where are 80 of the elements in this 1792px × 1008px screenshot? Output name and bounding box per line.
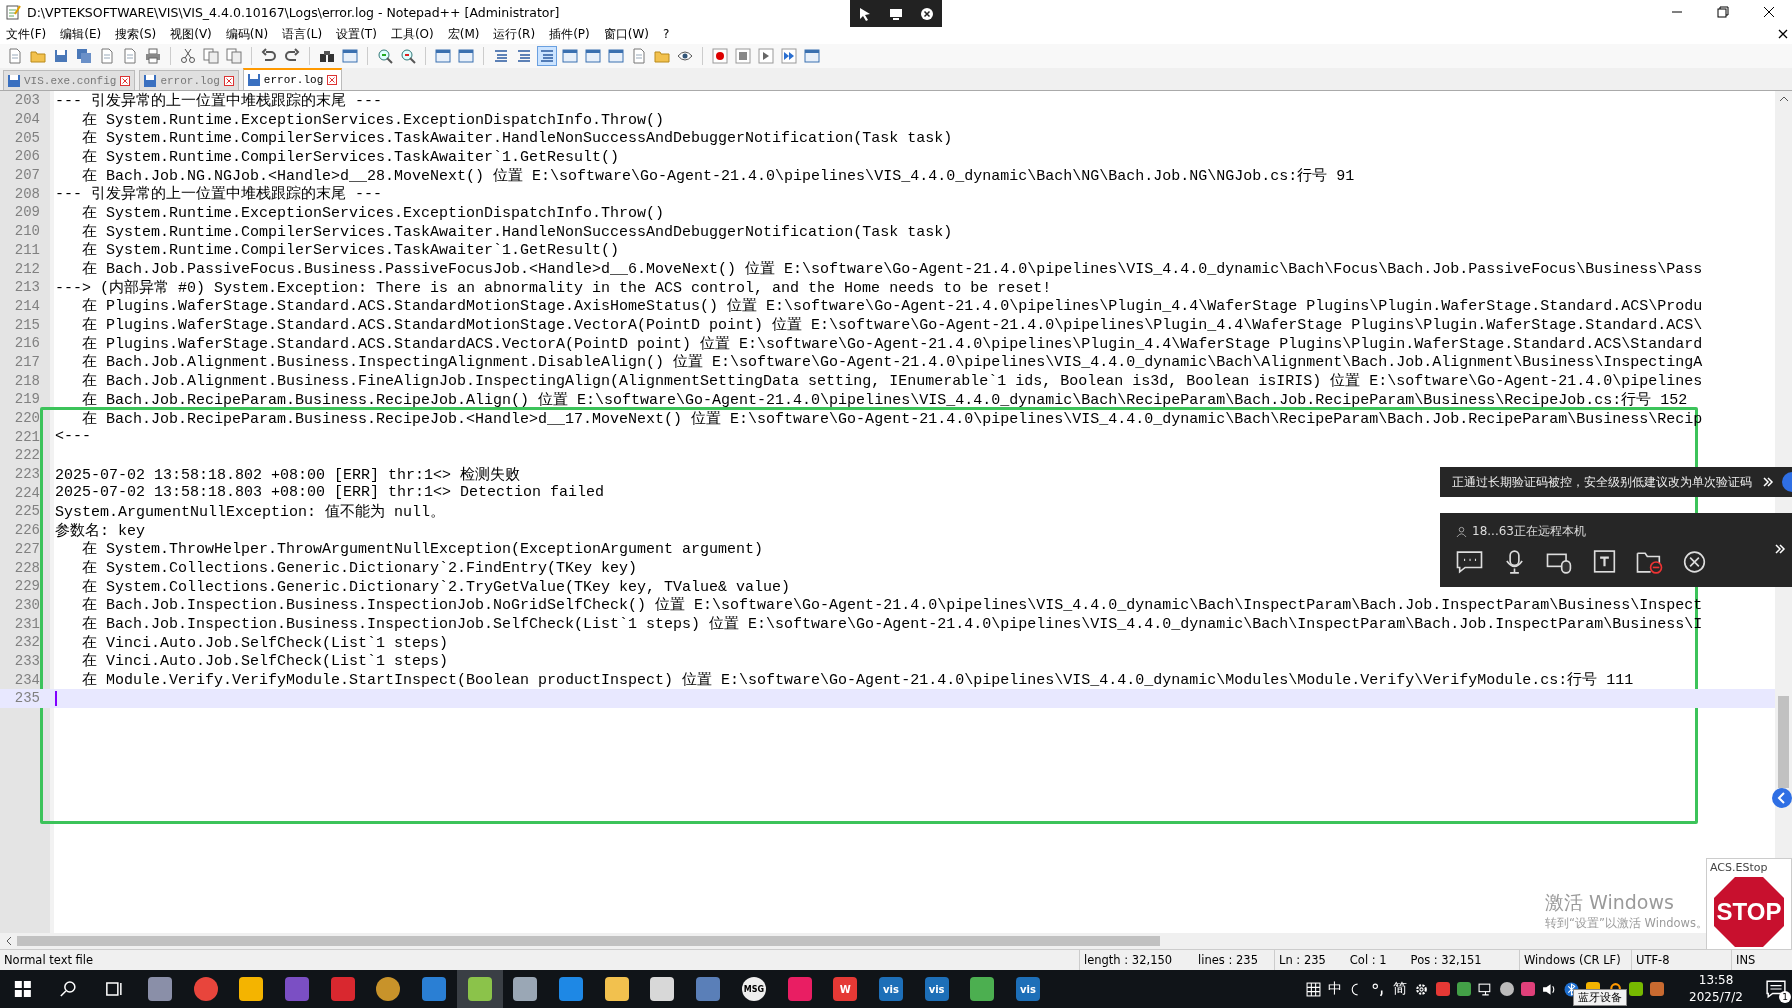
code-line: 在 System.Collections.Generic.Dictionary`2.FindEntry(TKey key) bbox=[81, 559, 638, 578]
status-text: Col : 1 bbox=[1349, 953, 1387, 967]
line-number: 209 bbox=[13, 204, 40, 221]
app-logo-text: vis bbox=[1020, 983, 1036, 995]
line-number: 203 bbox=[13, 92, 40, 109]
app-logo-text: vis bbox=[882, 983, 899, 995]
line-number: 234 bbox=[13, 671, 40, 688]
line-number: 219 bbox=[13, 391, 40, 408]
line-number: 214 bbox=[13, 297, 40, 314]
line-number: 220 bbox=[13, 410, 40, 427]
notice-text: 正通过长期验证码被控，安全级别低建议改为单次验证码 bbox=[1452, 473, 1752, 491]
code-line: 在 Plugins.WaferStage.Standard.ACS.StandardMotionStage.VectorA(PointD point) 位置 E:\software\Go-Agent-21.4.0\pipelines\Plugin_4.4\WaferStage Plugins\Plugin.WaferStage.Standard.ACS\ bbox=[81, 316, 1703, 335]
code-line: --- 引发异常的上一位置中堆栈跟踪的末尾 --- bbox=[55, 184, 382, 204]
code-line: 在 System.Runtime.CompilerServices.TaskAwaiter.HandleNonSuccessAndDebuggerNotification(Task task) bbox=[81, 222, 953, 241]
code-line: <--- bbox=[55, 428, 91, 446]
status-text: Pos : 32,151 bbox=[1410, 953, 1482, 967]
app-logo-text: W bbox=[839, 983, 851, 995]
code-line: 在 Vinci.Auto.Job.SelfCheck(List`1 steps) bbox=[81, 633, 449, 652]
code-line: 在 System.Runtime.CompilerServices.TaskAwaiter.HandleNonSuccessAndDebuggerNotification(Task task) bbox=[81, 129, 953, 148]
line-number: 235 bbox=[13, 690, 40, 707]
line-number: 233 bbox=[13, 652, 40, 669]
code-line: 在 Bach.Job.Alignment.Business.InspectingAlignment.DisableAlign() 位置 E:\software\Go-Agent-21.4.0\pipelines\VIS_4.4.0_dynamic\Bach\Alignment\Bach.Job.Alignment\Business\InspectingA bbox=[81, 353, 1703, 372]
code-line: System.ArgumentNullException: 值不能为 null。 bbox=[55, 502, 446, 521]
code-line: 在 Bach.Job.RecipeParam.Business.RecipeJob.Align() 位置 E:\software\Go-Agent-21.4.0\pipelines\VIS_4.4.0_dynamic\Bach\RecipeParam\Bach.Job.RecipeParam\Business\RecipeJob.cs:行号 152 bbox=[81, 390, 1688, 409]
line-number: 221 bbox=[13, 428, 40, 445]
line-number: 207 bbox=[13, 167, 40, 184]
app-logo-text: MSG bbox=[743, 984, 764, 994]
window-title: D:\VPTEKSOFTWARE\VIS\VIS_4.4.0.10167\Logs\error.log - Notepad++ [Administrator] bbox=[27, 4, 560, 20]
code-line: --- 引发异常的上一位置中堆栈跟踪的末尾 --- bbox=[55, 91, 382, 110]
line-number: 215 bbox=[13, 316, 40, 333]
code-line: 在 System.Runtime.ExceptionServices.ExceptionDispatchInfo.Throw() bbox=[81, 203, 665, 222]
code-line: 在 Bach.Job.Alignment.Business.FineAlignJob.InspectingAlign(AlignmentSettingData setting, IEnumerable`1 ids, Boolean is3d, Boolean isIRIS) 位置 E:\software\Go-Agent-21.4.0\pipelines bbox=[81, 372, 1703, 391]
code-line: 在 System.Runtime.CompilerServices.TaskAwaiter`1.GetResult() bbox=[81, 147, 620, 166]
tooltip: 蓝牙设备 bbox=[1573, 988, 1628, 1006]
line-number: 223 bbox=[13, 466, 40, 483]
status-text: length : 32,150 bbox=[1084, 953, 1173, 967]
line-number: 224 bbox=[13, 484, 40, 501]
code-line: 在 Bach.Job.PassiveFocus.Business.PassiveFocusJob.<Handle>d__6.MoveNext() 位置 E:\software\Go-Agent-21.4.0\pipelines\VIS_4.4.0_dynamic\Bach\Focus\Bach.Job.PassiveFocus\Business\Pass bbox=[81, 260, 1703, 279]
line-number: 229 bbox=[13, 578, 40, 595]
line-number: 211 bbox=[13, 241, 40, 258]
code-line: 在 Plugins.WaferStage.Standard.ACS.StandardMotionStage.AxisHomeStatus() 位置 E:\software\Go-Agent-21.4.0\pipelines\Plugin_4.4\WaferStage Plugins\Plugin.WaferStage.Standard.ACS\Produ bbox=[81, 297, 1703, 316]
status-text: Ln : 235 bbox=[1279, 953, 1326, 967]
window-title: ACS.EStop bbox=[1710, 861, 1768, 874]
code-line: 在 System.ThrowHelper.ThrowArgumentNullException(ExceptionArgument argument) bbox=[81, 540, 764, 559]
line-number: 208 bbox=[13, 185, 40, 202]
line-number: 230 bbox=[13, 596, 40, 613]
line-number: 205 bbox=[13, 129, 40, 146]
line-number: 216 bbox=[13, 335, 40, 352]
line-number: 231 bbox=[13, 615, 40, 632]
line-number: 228 bbox=[13, 559, 40, 576]
remote-status-text: 18...63正在远程本机 bbox=[1472, 523, 1586, 540]
code-line: 参数名: key bbox=[55, 521, 145, 540]
line-number: 222 bbox=[13, 447, 40, 464]
line-number: 218 bbox=[13, 372, 40, 389]
code-line: 在 System.Runtime.CompilerServices.TaskAwaiter`1.GetResult() bbox=[81, 241, 620, 260]
activation-watermark-hint: 转到“设置”以激活 Windows。 bbox=[1545, 916, 1708, 931]
notification-badge: 1 bbox=[1779, 991, 1791, 1003]
status-text: INS bbox=[1735, 952, 1757, 969]
code-line: 2025-07-02 13:58:18.802 +08:00 [ERR] thr:1<> 检测失败 bbox=[55, 465, 521, 484]
line-number: 227 bbox=[13, 540, 40, 557]
line-number: 226 bbox=[13, 522, 40, 539]
app-logo-text: vis bbox=[928, 983, 945, 995]
line-number: 212 bbox=[13, 260, 40, 277]
code-line: 在 Vinci.Auto.Job.SelfCheck(List`1 steps) bbox=[81, 652, 449, 671]
line-number: 213 bbox=[13, 279, 40, 296]
code-line: 在 System.Collections.Generic.Dictionary`2.TryGetValue(TKey key, TValue& value) bbox=[81, 577, 791, 596]
line-number: 206 bbox=[13, 148, 40, 165]
code-line: 2025-07-02 13:58:18.803 +08:00 [ERR] thr:1<> Detection failed bbox=[55, 484, 605, 502]
code-line: 在 Module.Verify.VerifyModule.StartInspect(Boolean productInspect) 位置 E:\software\Go-Agent-21.4.0\pipelines\VIS_4.4.0_dynamic\Modules\Module.Verify\VerifyModule.cs:行号 111 bbox=[81, 671, 1634, 690]
line-number: 217 bbox=[13, 353, 40, 370]
line-number: 232 bbox=[13, 634, 40, 651]
code-line: ---> (内部异常 #0) System.Exception: There is an abnormality in the ACS control, and the Home needs to be reset! bbox=[55, 278, 1052, 297]
line-number: 210 bbox=[13, 223, 40, 240]
code-line: 在 System.Runtime.ExceptionServices.ExceptionDispatchInfo.Throw() bbox=[81, 110, 665, 129]
code-line: 在 Plugins.WaferStage.Standard.ACS.StandardACS.VectorA(PointD point) 位置 E:\software\Go-Agent-21.4.0\pipelines\Plugin_4.4\WaferStage Plugins\Plugin.WaferStage.Standard.ACS\Standard bbox=[81, 334, 1703, 353]
line-number: 225 bbox=[13, 503, 40, 520]
status-text: lines : 235 bbox=[1198, 953, 1258, 967]
line-number: 204 bbox=[13, 111, 40, 128]
code-line: 在 Bach.Job.NG.NGJob.<Handle>d__28.MoveNext() 位置 E:\software\Go-Agent-21.4.0\pipelines\VIS_4.4.0_dynamic\Bach\NG\Bach.Job.NG\NGJob.cs:行号 91 bbox=[81, 166, 1355, 185]
activation-watermark-title: 激活 Windows bbox=[1545, 890, 1675, 915]
